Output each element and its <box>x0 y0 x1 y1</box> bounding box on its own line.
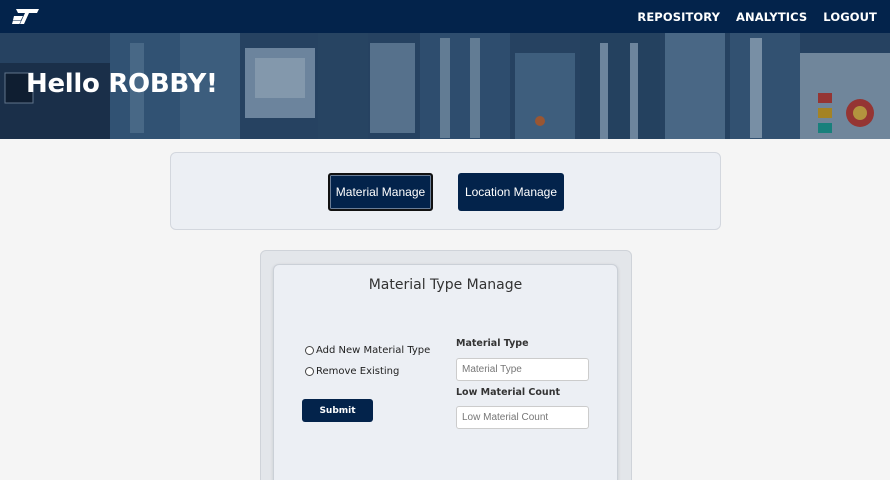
low-material-count-input[interactable] <box>456 406 589 429</box>
top-navbar: REPOSITORY ANALYTICS LOGOUT <box>0 0 890 33</box>
material-type-input[interactable] <box>456 358 589 381</box>
nav-links: REPOSITORY ANALYTICS LOGOUT <box>637 0 877 33</box>
material-manage-button[interactable]: Material Manage <box>328 173 433 211</box>
submit-button[interactable]: Submit <box>302 399 373 422</box>
remove-existing-option[interactable]: Remove Existing <box>305 366 399 377</box>
remove-existing-radio[interactable] <box>305 367 314 376</box>
nav-link-repository[interactable]: REPOSITORY <box>637 10 720 24</box>
hero-banner: Hello ROBBY! <box>0 33 890 139</box>
form-title: Material Type Manage <box>368 277 523 293</box>
greeting-heading: Hello ROBBY! <box>26 69 218 99</box>
st-logo-icon[interactable] <box>12 8 40 25</box>
manage-tabs-panel: Material Manage Location Manage <box>170 152 721 230</box>
remove-existing-label: Remove Existing <box>316 366 400 377</box>
nav-link-logout[interactable]: LOGOUT <box>823 10 877 24</box>
add-material-type-option[interactable]: Add New Material Type <box>305 345 430 356</box>
low-material-count-label: Low Material Count <box>456 387 560 398</box>
location-manage-button[interactable]: Location Manage <box>458 173 564 211</box>
material-type-form: Material Type Manage Add New Material Ty… <box>273 264 618 480</box>
material-type-label: Material Type <box>456 338 529 349</box>
add-material-type-radio[interactable] <box>305 346 314 355</box>
nav-link-analytics[interactable]: ANALYTICS <box>736 10 807 24</box>
add-material-type-label: Add New Material Type <box>316 345 431 356</box>
